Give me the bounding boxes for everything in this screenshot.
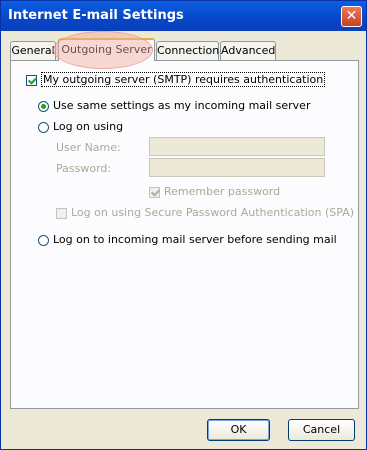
tab-outgoing-server-label: Outgoing Server xyxy=(61,43,152,56)
password-label: Password: xyxy=(56,162,112,175)
cancel-button[interactable]: Cancel xyxy=(288,419,355,441)
use-same-settings-radio-row[interactable]: Use same settings as my incoming mail se… xyxy=(38,99,310,112)
use-same-settings-label: Use same settings as my incoming mail se… xyxy=(53,99,311,112)
tab-connection[interactable]: Connection xyxy=(156,41,219,60)
log-on-using-radio[interactable] xyxy=(38,121,49,133)
remember-password-row[interactable]: Remember password xyxy=(149,185,280,198)
password-field[interactable] xyxy=(149,158,325,177)
ok-button[interactable]: OK xyxy=(207,419,270,441)
log-on-incoming-radio[interactable] xyxy=(38,234,49,246)
smtp-auth-checkbox[interactable] xyxy=(26,74,37,86)
user-name-field[interactable] xyxy=(149,137,325,156)
spa-checkbox[interactable] xyxy=(56,207,67,219)
spa-row[interactable]: Log on using Secure Password Authenticat… xyxy=(56,206,354,219)
dialog-window: Internet E-mail Settings ✕ General Outgo… xyxy=(0,0,367,450)
outgoing-server-panel: My outgoing server (SMTP) requires authe… xyxy=(10,60,359,409)
title-bar[interactable]: Internet E-mail Settings ✕ xyxy=(1,1,366,31)
remember-password-checkbox[interactable] xyxy=(149,186,160,198)
tab-advanced[interactable]: Advanced xyxy=(220,41,276,60)
window-title: Internet E-mail Settings xyxy=(8,8,184,23)
use-same-settings-radio[interactable] xyxy=(38,100,49,112)
smtp-auth-checkbox-row[interactable]: My outgoing server (SMTP) requires authe… xyxy=(26,72,326,87)
tab-general[interactable]: General xyxy=(10,41,56,60)
tab-connection-label: Connection xyxy=(157,44,220,57)
tab-outgoing-server[interactable]: Outgoing Server xyxy=(58,38,155,61)
user-name-label: User Name: xyxy=(56,141,121,154)
tab-general-label: General xyxy=(11,44,55,57)
close-icon: ✕ xyxy=(345,8,358,24)
log-on-incoming-label: Log on to incoming mail server before se… xyxy=(53,233,337,246)
log-on-using-radio-row[interactable]: Log on using xyxy=(38,120,123,133)
log-on-incoming-radio-row[interactable]: Log on to incoming mail server before se… xyxy=(38,233,337,246)
smtp-auth-label: My outgoing server (SMTP) requires authe… xyxy=(41,72,326,87)
remember-password-label: Remember password xyxy=(164,185,281,198)
close-button[interactable]: ✕ xyxy=(341,6,362,27)
log-on-using-label: Log on using xyxy=(53,120,124,133)
tab-advanced-label: Advanced xyxy=(221,44,276,57)
spa-label: Log on using Secure Password Authenticat… xyxy=(71,206,355,219)
